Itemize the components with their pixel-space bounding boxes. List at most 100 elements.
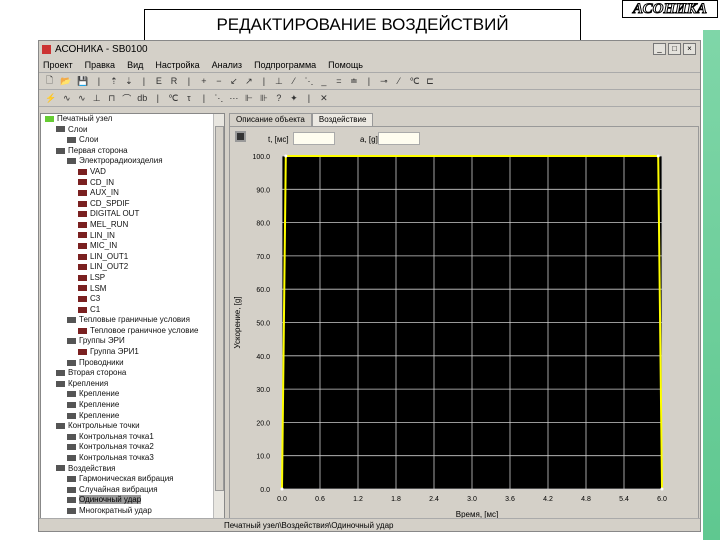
tree-item[interactable]: VAD (41, 167, 224, 178)
toolbar-button[interactable]: R (169, 76, 178, 86)
tree-node-icon (78, 243, 87, 250)
x-tick-label: 6.0 (657, 496, 667, 503)
tree-item[interactable]: Группы ЭРИ (41, 336, 224, 347)
toolbar-button[interactable]: 🗋 (45, 73, 54, 89)
tree-item[interactable]: Контрольная точка1 (41, 432, 224, 443)
tree-item[interactable]: Воздействия (41, 464, 224, 475)
menu-item[interactable]: Анализ (212, 58, 242, 72)
tree-item[interactable]: Первая сторона (41, 146, 224, 157)
toolbar-button[interactable]: τ (184, 93, 193, 103)
tree-item[interactable]: Крепление (41, 411, 224, 422)
tree-item[interactable]: C3 (41, 294, 224, 305)
toolbar-button[interactable]: 📂 (60, 76, 71, 87)
toolbar-button[interactable]: ↙ (229, 76, 238, 87)
tree-item[interactable]: CD_IN (41, 178, 224, 189)
toolbar-button[interactable]: = (334, 76, 343, 86)
tree-item[interactable]: Тепловые граничные условия (41, 315, 224, 326)
toolbar-button[interactable]: 💾 (77, 76, 88, 87)
close-button[interactable]: × (683, 43, 696, 55)
toolbar-button[interactable]: ∿ (77, 93, 86, 104)
toolbar-button[interactable]: ? (274, 93, 283, 103)
toolbar-button[interactable]: − (214, 76, 223, 86)
y-tick-label: 70.0 (256, 254, 270, 261)
scroll-thumb[interactable] (215, 126, 224, 491)
tree-item[interactable]: MIC_IN (41, 241, 224, 252)
tree-item[interactable]: Печатный узел (41, 114, 224, 125)
toolbar-button[interactable]: ℃ (168, 93, 178, 104)
tree-item[interactable]: Контрольные точки (41, 421, 224, 432)
toolbar-button[interactable]: ⊸ (379, 76, 388, 87)
toolbar-button[interactable]: ℃ (409, 76, 419, 87)
tree-item[interactable]: LIN_OUT1 (41, 252, 224, 263)
toolbar-button[interactable]: ⊓ (107, 93, 116, 104)
tree-item[interactable]: Гармоническая вибрация (41, 474, 224, 485)
x-tick-label: 4.2 (543, 496, 553, 503)
tree-item[interactable]: Крепления (41, 379, 224, 390)
tree-item[interactable]: Одиночный удар (41, 495, 224, 506)
toolbar-button[interactable]: ⊥ (92, 93, 101, 104)
toolbar-button[interactable]: ⇡ (109, 76, 118, 87)
tree-item[interactable]: DIGITAL OUT (41, 209, 224, 220)
project-tree[interactable]: Печатный узел Слои Слои Первая сторона Элект… (40, 113, 225, 519)
menu-item[interactable]: Проект (43, 58, 73, 72)
tree-item[interactable]: LSM (41, 284, 224, 295)
tree-item[interactable]: LSP (41, 273, 224, 284)
tree-item[interactable]: Тепловое граничное условие (41, 326, 224, 337)
data-point[interactable] (284, 154, 288, 158)
data-point[interactable] (660, 487, 664, 491)
toolbar-button[interactable]: ⇣ (124, 76, 133, 87)
tree-item[interactable]: MEL_RUN (41, 220, 224, 231)
tree-item[interactable]: Крепление (41, 400, 224, 411)
toolbar-button[interactable]: ⋯ (229, 93, 238, 104)
toolbar-button[interactable]: db (137, 93, 147, 103)
tab-impact[interactable]: Воздействие (311, 113, 374, 126)
toolbar-button[interactable]: ⚡ (45, 93, 56, 104)
toolbar-button[interactable]: + (199, 76, 208, 86)
toolbar-button[interactable]: ⁄ (394, 76, 403, 86)
menu-item[interactable]: Вид (127, 58, 143, 72)
menu-item[interactable]: Помощь (328, 58, 363, 72)
tree-item[interactable]: Многократный удар (41, 506, 224, 517)
tree-item[interactable]: Проводники (41, 358, 224, 369)
tree-node-icon (78, 200, 87, 207)
toolbar-button[interactable]: ⊏ (426, 76, 435, 87)
tree-item[interactable]: CD_SPDIF (41, 199, 224, 210)
tree-item[interactable]: Крепление (41, 389, 224, 400)
toolbar-button[interactable]: ↗ (244, 76, 253, 87)
tree-item[interactable]: Контрольная точка2 (41, 442, 224, 453)
toolbar-button[interactable]: ⊪ (259, 93, 268, 104)
tree-item[interactable]: Случайная вибрация (41, 485, 224, 496)
maximize-button[interactable]: □ (668, 43, 681, 55)
toolbar-button[interactable]: ✕ (319, 93, 328, 104)
tree-item[interactable]: C1 (41, 305, 224, 316)
menu-item[interactable]: Настройка (155, 58, 199, 72)
toolbar-button[interactable]: ≐ (349, 76, 358, 87)
toolbar-button[interactable]: ⊥ (274, 76, 283, 87)
tree-item[interactable]: Электрорадиоизделия (41, 156, 224, 167)
tree-item[interactable]: Слои (41, 125, 224, 136)
tree-item[interactable]: LIN_IN (41, 231, 224, 242)
toolbar-button[interactable]: ⊩ (244, 93, 253, 104)
toolbar-button[interactable]: E (154, 76, 163, 86)
toolbar-button[interactable]: ⌒ (122, 92, 131, 105)
tree-scrollbar[interactable] (213, 114, 224, 518)
menu-item[interactable]: Подпрограмма (254, 58, 316, 72)
data-point[interactable] (280, 487, 284, 491)
tree-item[interactable]: Вторая сторона (41, 368, 224, 379)
tree-item[interactable]: Группа ЭРИ1 (41, 347, 224, 358)
toolbar-button[interactable]: ✦ (289, 93, 298, 104)
toolbar-button[interactable]: ⋱ (304, 76, 313, 87)
toolbar-button[interactable]: _ (319, 76, 328, 86)
tree-item[interactable]: LIN_OUT2 (41, 262, 224, 273)
toolbar-button[interactable]: ∿ (62, 93, 71, 104)
menu-item[interactable]: Правка (85, 58, 115, 72)
minimize-button[interactable]: _ (653, 43, 666, 55)
toolbar-button[interactable]: ⁄ (289, 76, 298, 86)
tree-item[interactable]: AUX_IN (41, 188, 224, 199)
data-point[interactable] (656, 154, 660, 158)
tree-item[interactable]: Слои (41, 135, 224, 146)
toolbar-button[interactable]: ⋱ (214, 93, 223, 104)
toolbar-separator: | (262, 76, 266, 86)
tab-object-description[interactable]: Описание объекта (229, 113, 312, 126)
tree-item[interactable]: Контрольная точка3 (41, 453, 224, 464)
